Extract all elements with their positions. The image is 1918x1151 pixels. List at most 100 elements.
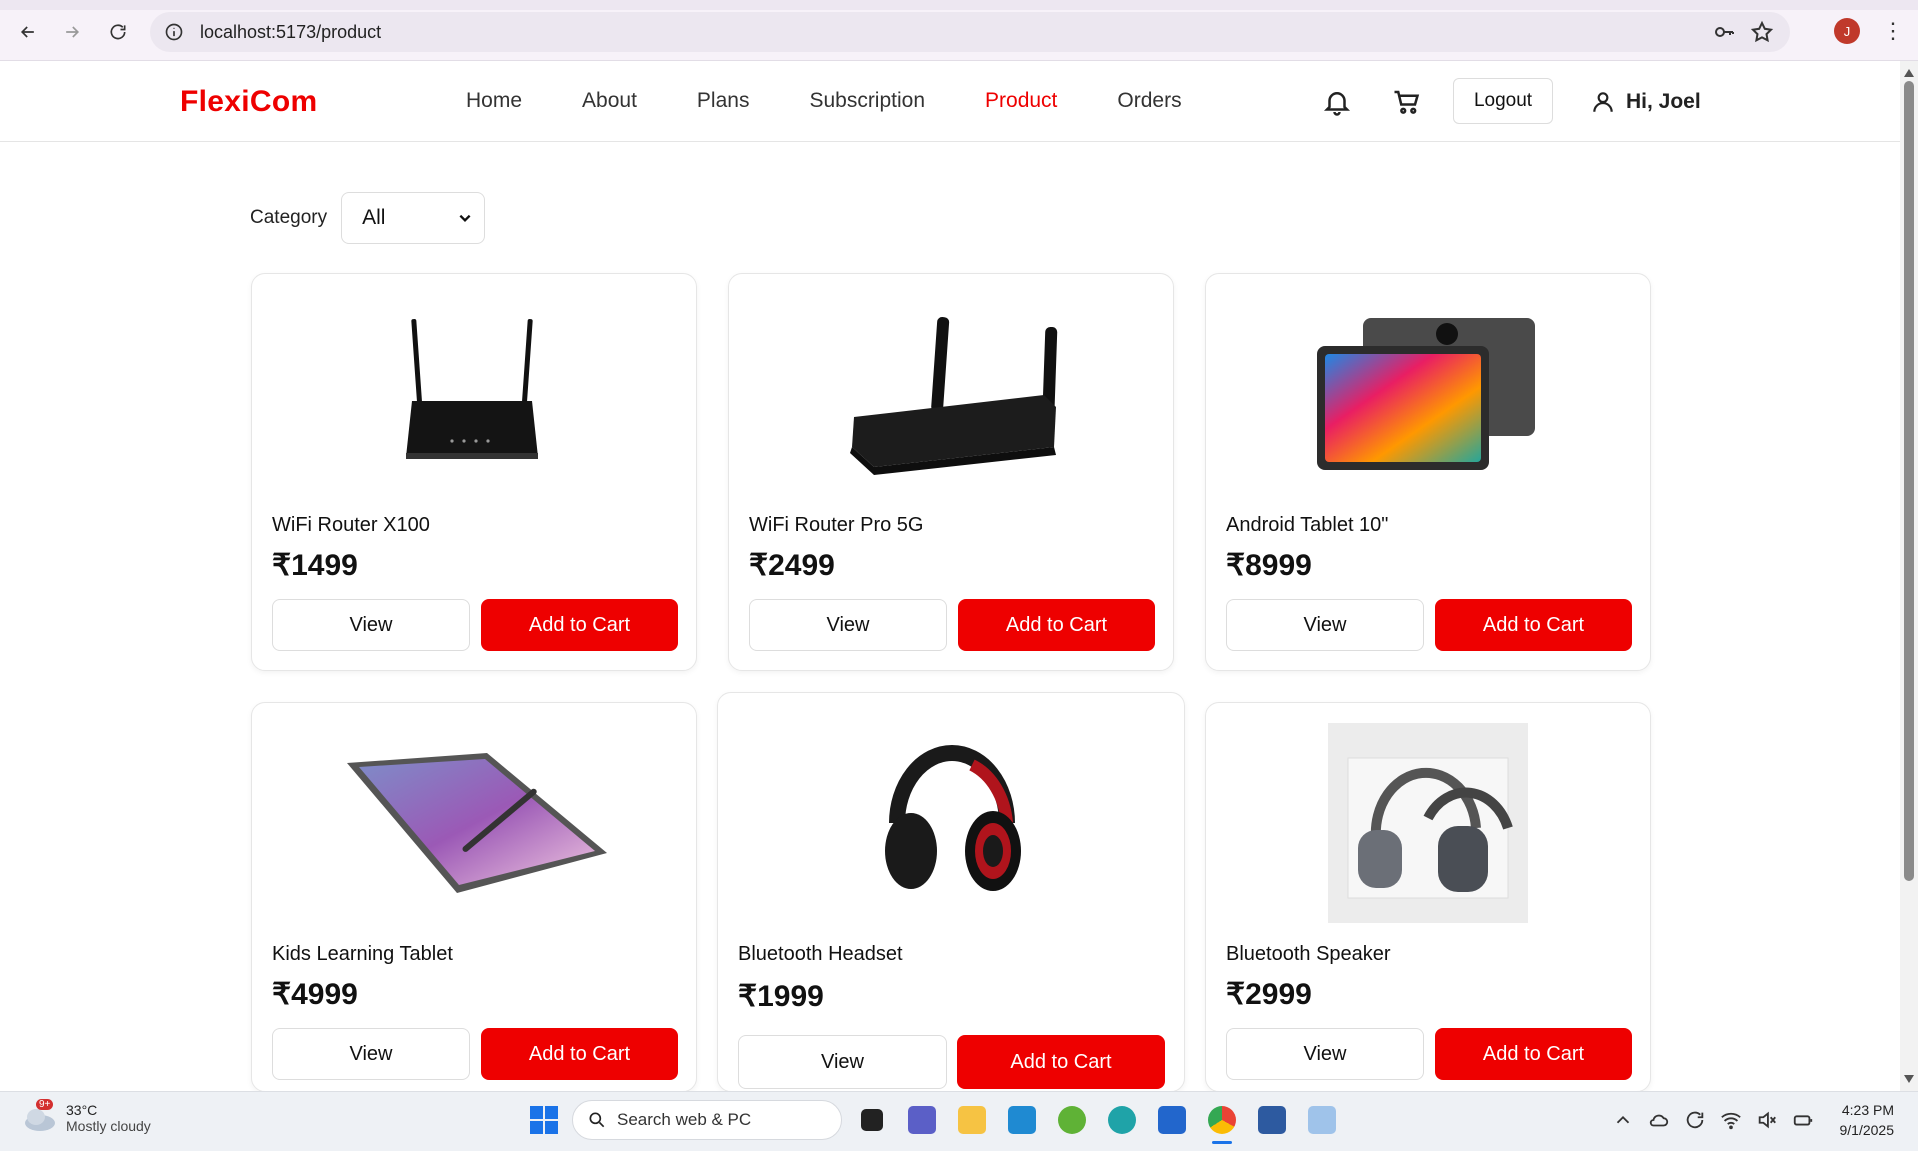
view-button[interactable]: View [1226,1028,1424,1080]
clock-time: 4:23 PM [1841,1102,1894,1118]
user-menu[interactable]: Hi, Joel [1590,89,1701,115]
forward-icon[interactable] [56,16,88,48]
product-name: Kids Learning Tablet [272,943,453,965]
product-card: WiFi Router Pro 5G ₹2499 View Add to Car… [728,273,1174,671]
weather-widget[interactable]: 9+ 33°C Mostly cloudy [22,1099,151,1134]
key-icon[interactable] [1712,20,1736,44]
headphones-red-icon [872,733,1032,903]
reload-icon[interactable] [102,16,134,48]
snipping-tool-icon[interactable] [1302,1100,1342,1140]
view-button[interactable]: View [272,599,470,651]
url-text[interactable]: localhost:5173/product [200,22,381,43]
vscode-icon[interactable] [1002,1100,1042,1140]
category-select[interactable]: All [341,192,486,244]
spring-icon[interactable] [1052,1100,1092,1140]
view-button[interactable]: View [1226,599,1424,651]
product-price: ₹4999 [272,978,358,1011]
nav-subscription[interactable]: Subscription [809,89,925,113]
product-card: Bluetooth Headset ₹1999 View Add to Cart [717,692,1185,1092]
add-to-cart-button[interactable]: Add to Cart [957,1035,1165,1089]
bell-icon[interactable] [1322,87,1352,117]
product-card: WiFi Router X100 ₹1499 View Add to Cart [251,273,697,671]
windows-start-icon[interactable] [526,1102,562,1138]
edge-icon[interactable] [1102,1100,1142,1140]
tab-strip [0,0,1918,10]
product-price: ₹1499 [272,549,358,582]
system-tray: 4:23 PM 9/1/2025 [1612,1100,1895,1140]
product-name: Android Tablet 10" [1226,514,1389,536]
app-header: FlexiCom Home About Plans Subscription P… [0,61,1900,142]
product-price: ₹8999 [1226,549,1312,582]
profile-avatar[interactable]: J [1834,18,1860,44]
teams-icon[interactable] [902,1100,942,1140]
product-card: Android Tablet 10" ₹8999 View Add to Car… [1205,273,1651,671]
taskbar: 9+ 33°C Mostly cloudy Search web & PC 4: [0,1091,1918,1151]
view-button[interactable]: View [272,1028,470,1080]
cloud-sync-icon[interactable] [1648,1109,1670,1131]
product-name: WiFi Router Pro 5G [749,514,924,536]
view-button[interactable]: View [749,599,947,651]
volume-muted-icon[interactable] [1756,1109,1778,1131]
selenium-icon[interactable] [1252,1100,1292,1140]
product-price: ₹2999 [1226,978,1312,1011]
wifi-icon[interactable] [1720,1109,1742,1131]
router-black-icon [372,304,572,474]
nav-home[interactable]: Home [466,89,522,113]
scroll-up-icon[interactable] [1904,69,1914,77]
scroll-thumb[interactable] [1904,81,1914,881]
taskbar-search[interactable]: Search web & PC [572,1100,842,1140]
chrome-icon[interactable] [1202,1100,1242,1144]
headphones-box-icon [1328,723,1528,923]
category-label: Category [250,207,328,228]
site-info-icon[interactable] [164,22,184,42]
tablet-icon [1306,314,1546,474]
weather-condition: Mostly cloudy [66,1118,151,1134]
temperature: 33°C [66,1102,98,1118]
tablet-pen-icon [332,743,622,903]
view-button[interactable]: View [738,1035,947,1089]
category-filter: Category All [250,192,486,244]
product-name: WiFi Router X100 [272,514,430,536]
chevron-down-icon [459,214,471,222]
product-card: Bluetooth Speaker ₹2999 View Add to Cart [1205,702,1651,1092]
logo[interactable]: FlexiCom [180,85,317,119]
category-selected: All [362,206,386,229]
add-to-cart-button[interactable]: Add to Cart [958,599,1155,651]
product-price: ₹2499 [749,549,835,582]
product-name: Bluetooth Headset [738,943,903,965]
refresh-icon[interactable] [1684,1109,1706,1131]
add-to-cart-button[interactable]: Add to Cart [1435,599,1632,651]
main-nav: Home About Plans Subscription Product Or… [466,89,1242,113]
star-icon[interactable] [1750,20,1774,44]
add-to-cart-button[interactable]: Add to Cart [481,1028,678,1080]
cloud-icon: 9+ [22,1099,58,1133]
product-price: ₹1999 [738,980,824,1013]
product-card: Kids Learning Tablet ₹4999 View Add to C… [251,702,697,1092]
battery-icon[interactable] [1792,1109,1814,1131]
user-greeting: Hi, Joel [1626,90,1701,113]
taskbar-apps: Search web & PC [526,1100,1342,1144]
add-to-cart-button[interactable]: Add to Cart [1435,1028,1632,1080]
page-scrollbar[interactable] [1900,61,1918,1091]
browser-chrome: localhost:5173/product J ⋮ [0,0,1918,61]
product-name: Bluetooth Speaker [1226,943,1391,965]
store-icon[interactable] [1152,1100,1192,1140]
menu-icon[interactable]: ⋮ [1882,18,1904,44]
nav-plans[interactable]: Plans [697,89,750,113]
task-view-icon[interactable] [852,1100,892,1140]
add-to-cart-button[interactable]: Add to Cart [481,599,678,651]
system-clock[interactable]: 4:23 PM 9/1/2025 [1840,1100,1895,1140]
address-bar[interactable]: localhost:5173/product [150,12,1790,52]
nav-product[interactable]: Product [985,89,1057,113]
user-icon [1593,92,1613,112]
scroll-down-icon[interactable] [1904,1075,1914,1083]
nav-orders[interactable]: Orders [1117,89,1181,113]
chevron-up-icon[interactable] [1612,1109,1634,1131]
router-pro-icon [829,304,1079,479]
file-explorer-icon[interactable] [952,1100,992,1140]
logout-button[interactable]: Logout [1453,78,1553,124]
nav-about[interactable]: About [582,89,637,113]
back-icon[interactable] [12,16,44,48]
weather-badge: 9+ [36,1099,54,1110]
cart-icon[interactable] [1392,87,1422,117]
